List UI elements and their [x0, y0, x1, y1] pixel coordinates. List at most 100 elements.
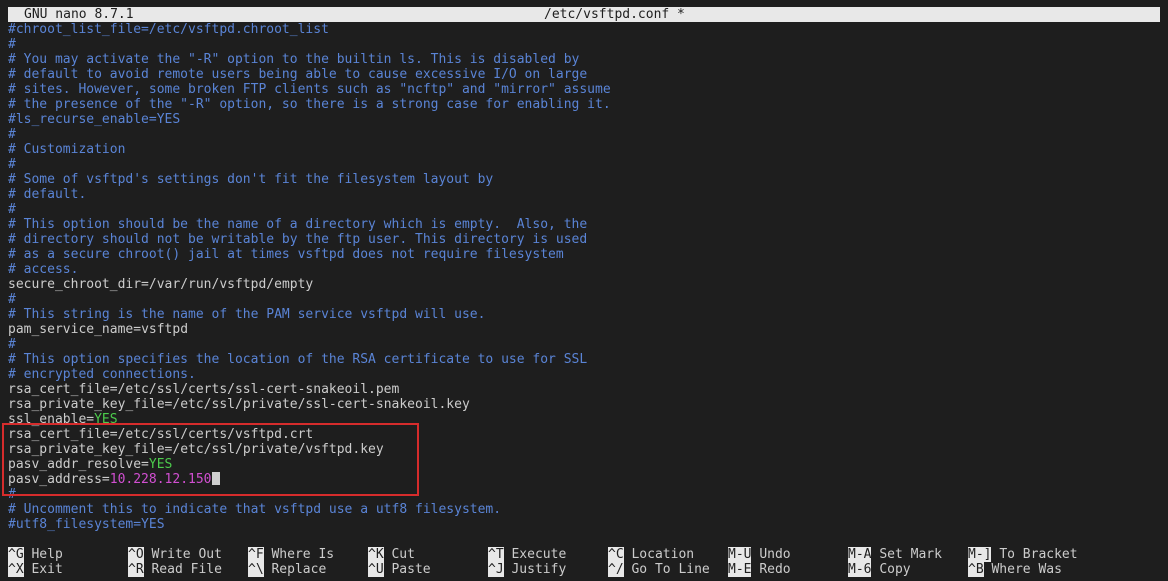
- config-key: rsa_cert_file=: [8, 382, 118, 397]
- shortcut-key: M-E: [728, 562, 752, 577]
- comment-line[interactable]: #utf8_filesystem=YES: [8, 517, 1160, 532]
- shortcut-set-mark[interactable]: M-A Set Mark: [848, 547, 942, 562]
- shortcut-help[interactable]: ^G Help: [8, 547, 63, 562]
- comment-line[interactable]: # This option should be the name of a di…: [8, 217, 1160, 232]
- config-line[interactable]: rsa_private_key_file=/etc/ssl/private/ss…: [8, 397, 1160, 412]
- shortcut-replace[interactable]: ^\ Replace: [248, 562, 326, 577]
- comment-line[interactable]: #: [8, 202, 1160, 217]
- comment-line[interactable]: # the presence of the "-R" option, so th…: [8, 97, 1160, 112]
- comment-line[interactable]: #: [8, 337, 1160, 352]
- shortcut-label: Read File: [151, 562, 222, 577]
- shortcut-to-bracket[interactable]: M-] To Bracket: [968, 547, 1078, 562]
- comment-text: # encrypted connections.: [8, 367, 196, 382]
- shortcut-label: Where Is: [271, 547, 335, 562]
- shortcut-key: ^C: [608, 547, 624, 562]
- shortcut-exit[interactable]: ^X Exit: [8, 562, 63, 577]
- shortcut-copy[interactable]: M-6 Copy: [848, 562, 911, 577]
- comment-line[interactable]: # sites. However, some broken FTP client…: [8, 82, 1160, 97]
- config-line[interactable]: pam_service_name=vsftpd: [8, 322, 1160, 337]
- comment-line[interactable]: # Some of vsftpd's settings don't fit th…: [8, 172, 1160, 187]
- shortcut-label: Replace: [271, 562, 327, 577]
- shortcut-execute[interactable]: ^T Execute: [488, 547, 566, 562]
- comment-text: # the presence of the "-R" option, so th…: [8, 97, 611, 112]
- shortcut-redo[interactable]: M-E Redo: [728, 562, 791, 577]
- comment-line[interactable]: # This string is the name of the PAM ser…: [8, 307, 1160, 322]
- file-path-title: /etc/vsftpd.conf *: [544, 7, 685, 22]
- comment-line[interactable]: #chroot_list_file=/etc/vsftpd.chroot_lis…: [8, 22, 1160, 37]
- comment-text: # directory should not be writable by th…: [8, 232, 588, 247]
- shortcut-label: Write Out: [151, 547, 222, 562]
- comment-text: # Some of vsftpd's settings don't fit th…: [8, 172, 494, 187]
- comment-line[interactable]: # You may activate the "-R" option to th…: [8, 52, 1160, 67]
- shortcut-label: Location: [631, 547, 695, 562]
- shortcut-label: Justify: [511, 562, 567, 577]
- shortcut-label: Where Was: [991, 562, 1062, 577]
- comment-text: # This string is the name of the PAM ser…: [8, 307, 486, 322]
- shortcut-key: ^\: [248, 562, 264, 577]
- shortcut-go-to-line[interactable]: ^/ Go To Line: [608, 562, 710, 577]
- shortcut-label: To Bracket: [999, 547, 1078, 562]
- shortcut-location[interactable]: ^C Location: [608, 547, 694, 562]
- shortcut-label: Undo: [759, 547, 791, 562]
- comment-text: # This option specifies the location of …: [8, 352, 588, 367]
- comment-line[interactable]: #ls_recurse_enable=YES: [8, 112, 1160, 127]
- comment-line[interactable]: # access.: [8, 262, 1160, 277]
- shortcut-key: M-U: [728, 547, 752, 562]
- comment-line[interactable]: # encrypted connections.: [8, 367, 1160, 382]
- shortcut-label: Redo: [759, 562, 791, 577]
- config-key: secure_chroot_dir=: [8, 277, 149, 292]
- comment-text: # default to avoid remote users being ab…: [8, 67, 588, 82]
- shortcut-label: Copy: [879, 562, 911, 577]
- comment-text: #: [8, 202, 16, 217]
- shortcut-key: ^O: [128, 547, 144, 562]
- comment-line[interactable]: # Uncomment this to indicate that vsftpd…: [8, 502, 1160, 517]
- shortcut-key: ^U: [368, 562, 384, 577]
- comment-text: # as a secure chroot() jail at times vsf…: [8, 247, 564, 262]
- shortcut-label: Exit: [31, 562, 63, 577]
- shortcut-key: ^K: [368, 547, 384, 562]
- shortcut-key: M-A: [848, 547, 872, 562]
- comment-line[interactable]: # This option specifies the location of …: [8, 352, 1160, 367]
- comment-line[interactable]: # Customization: [8, 142, 1160, 157]
- comment-text: #: [8, 337, 16, 352]
- shortcut-key: ^G: [8, 547, 24, 562]
- shortcut-label: Paste: [391, 562, 431, 577]
- shortcut-write-out[interactable]: ^O Write Out: [128, 547, 222, 562]
- shortcut-cut[interactable]: ^K Cut: [368, 547, 415, 562]
- comment-text: # You may activate the "-R" option to th…: [8, 52, 580, 67]
- comment-line[interactable]: # default to avoid remote users being ab…: [8, 67, 1160, 82]
- shortcut-justify[interactable]: ^J Justify: [488, 562, 566, 577]
- shortcut-where-was[interactable]: ^B Where Was: [968, 562, 1062, 577]
- config-key: pam_service_name=: [8, 322, 142, 337]
- comment-text: #: [8, 157, 16, 172]
- shortcut-key: ^J: [488, 562, 504, 577]
- highlight-annotation-box: [2, 423, 419, 496]
- comment-line[interactable]: #: [8, 292, 1160, 307]
- config-line[interactable]: rsa_cert_file=/etc/ssl/certs/ssl-cert-sn…: [8, 382, 1160, 397]
- comment-text: # sites. However, some broken FTP client…: [8, 82, 611, 97]
- config-value: /var/run/vsftpd/empty: [148, 277, 314, 292]
- comment-text: #: [8, 127, 16, 142]
- app-version: GNU nano 8.7.1: [24, 7, 134, 22]
- comment-text: # default.: [8, 187, 87, 202]
- shortcut-label: Help: [31, 547, 63, 562]
- shortcut-key: ^T: [488, 547, 504, 562]
- comment-text: #chroot_list_file=/etc/vsftpd.chroot_lis…: [8, 22, 329, 37]
- shortcut-read-file[interactable]: ^R Read File: [128, 562, 222, 577]
- comment-line[interactable]: # default.: [8, 187, 1160, 202]
- shortcut-paste[interactable]: ^U Paste: [368, 562, 431, 577]
- comment-line[interactable]: # as a secure chroot() jail at times vsf…: [8, 247, 1160, 262]
- shortcut-where-is[interactable]: ^F Where Is: [248, 547, 334, 562]
- config-value: /etc/ssl/private/ssl-cert-snakeoil.key: [172, 397, 470, 412]
- comment-line[interactable]: #: [8, 37, 1160, 52]
- comment-text: #ls_recurse_enable=YES: [8, 112, 181, 127]
- comment-line[interactable]: #: [8, 127, 1160, 142]
- config-value: vsftpd: [141, 322, 189, 337]
- comment-line[interactable]: # directory should not be writable by th…: [8, 232, 1160, 247]
- shortcut-key: ^F: [248, 547, 264, 562]
- shortcut-undo[interactable]: M-U Undo: [728, 547, 791, 562]
- comment-line[interactable]: #: [8, 157, 1160, 172]
- config-key: rsa_private_key_file=: [8, 397, 173, 412]
- config-line[interactable]: secure_chroot_dir=/var/run/vsftpd/empty: [8, 277, 1160, 292]
- comment-text: # This option should be the name of a di…: [8, 217, 588, 232]
